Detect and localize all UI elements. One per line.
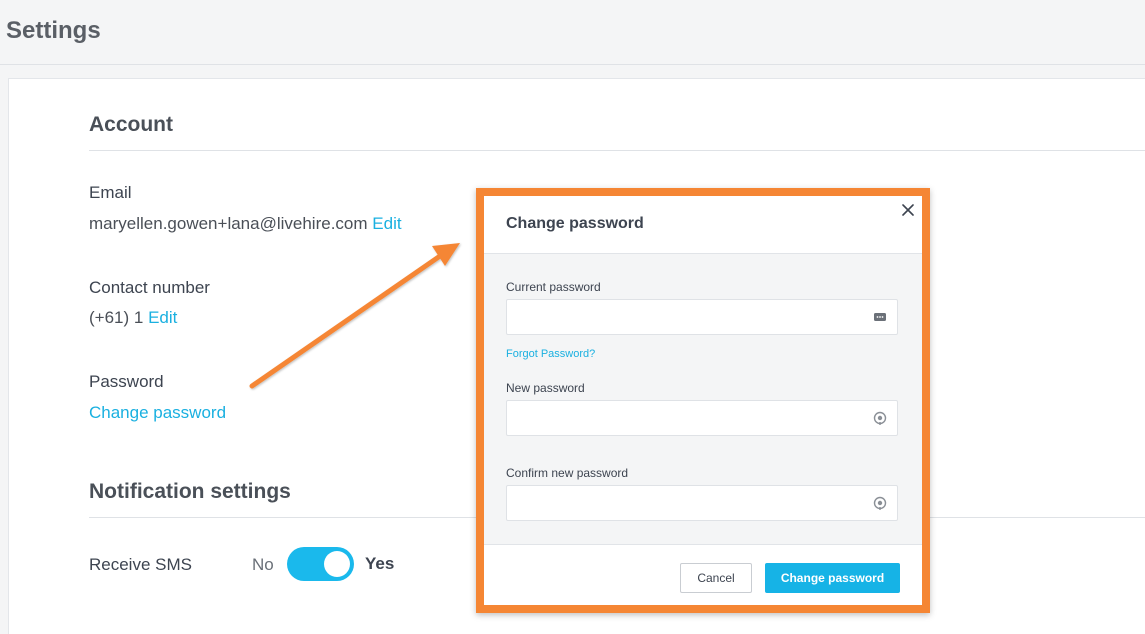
change-password-link[interactable]: Change password (89, 403, 226, 423)
confirm-password-input[interactable] (507, 486, 877, 520)
new-password-field (506, 400, 898, 436)
edit-contact-number-link[interactable]: Edit (148, 308, 177, 327)
notification-settings-title: Notification settings (89, 480, 291, 503)
current-password-field (506, 299, 898, 335)
email-label: Email (89, 183, 132, 202)
change-password-dialog: Change password Current password Forgot … (484, 196, 922, 605)
confirm-password-field (506, 485, 898, 521)
password-manager-icon[interactable] (873, 310, 887, 324)
dialog-title: Change password (506, 215, 644, 232)
edit-email-link[interactable]: Edit (372, 214, 401, 233)
receive-sms-label: Receive SMS (89, 555, 192, 574)
account-section-title: Account (89, 113, 173, 136)
cancel-button[interactable]: Cancel (680, 563, 752, 593)
change-password-button[interactable]: Change password (765, 563, 900, 593)
dialog-header: Change password (484, 196, 922, 254)
toggle-knob (324, 551, 350, 577)
forgot-password-link[interactable]: Forgot Password? (506, 348, 595, 360)
contact-number-label: Contact number (89, 278, 210, 297)
receive-sms-toggle[interactable] (287, 547, 354, 581)
confirm-password-label: Confirm new password (506, 466, 629, 480)
page-header: Settings (0, 0, 1145, 65)
eye-icon[interactable] (873, 496, 887, 510)
toggle-yes-label: Yes (365, 554, 395, 573)
contact-number-row: (+61) 1 Edit (89, 308, 177, 328)
current-password-input[interactable] (507, 300, 877, 334)
new-password-input[interactable] (507, 401, 877, 435)
dialog-body: Current password Forgot Password? New pa… (484, 254, 922, 544)
close-icon[interactable] (898, 200, 918, 220)
email-row: maryellen.gowen+lana@livehire.com Edit (89, 214, 402, 234)
new-password-label: New password (506, 381, 585, 395)
account-divider (89, 150, 1145, 151)
highlight-frame: Change password Current password Forgot … (476, 188, 930, 613)
contact-number-value: (+61) 1 (89, 308, 144, 327)
toggle-no-label: No (252, 555, 274, 574)
dialog-footer: Cancel Change password (484, 544, 922, 605)
page-title: Settings (6, 17, 101, 44)
email-value: maryellen.gowen+lana@livehire.com (89, 214, 368, 233)
password-label: Password (89, 372, 164, 391)
eye-icon[interactable] (873, 411, 887, 425)
current-password-label: Current password (506, 280, 601, 294)
